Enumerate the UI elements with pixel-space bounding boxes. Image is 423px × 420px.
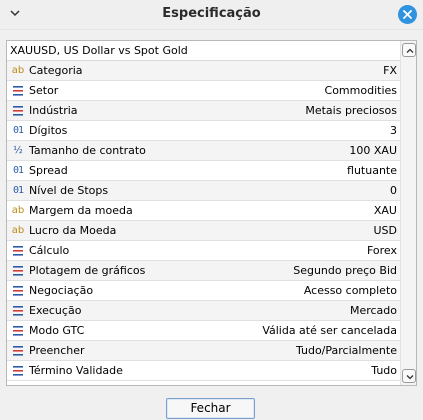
window-title: Especificação	[162, 6, 261, 21]
specification-rows: ab Categoria FX Setor Commodities Indústria Me…	[7, 61, 400, 385]
table-row[interactable]: ½ Tamanho de contrato 100 XAU	[7, 141, 400, 161]
table-row[interactable]: Setor Commodities	[7, 81, 400, 101]
close-icon	[403, 10, 412, 19]
row-value: FX	[383, 64, 397, 77]
list-icon	[11, 363, 25, 379]
table-row[interactable]: 01 Spread flutuante	[7, 161, 400, 181]
title-bar: Especificação	[0, 0, 423, 30]
chevron-down-icon	[406, 375, 414, 380]
specification-table: XAUUSD, US Dollar vs Spot Gold ab Categor…	[6, 40, 417, 386]
scroll-down-button[interactable]	[402, 369, 416, 383]
table-row[interactable]: 01 Dígitos 3	[7, 121, 400, 141]
symbol-header: XAUUSD, US Dollar vs Spot Gold	[7, 41, 400, 61]
row-value: Válida até ser cancelada	[262, 324, 397, 337]
list-icon	[11, 83, 25, 99]
list-icon	[11, 243, 25, 259]
list-icon	[11, 103, 25, 119]
row-value: Segundo preço Bid	[293, 264, 397, 277]
table-row[interactable]: ab Margem da moeda XAU	[7, 201, 400, 221]
list-icon	[11, 263, 25, 279]
scroll-up-button[interactable]	[402, 43, 416, 57]
table-row[interactable]: 01 Nível de Stops 0	[7, 181, 400, 201]
table-row[interactable]: Cálculo Forex	[7, 241, 400, 261]
row-value: 100 XAU	[349, 144, 397, 157]
table-row[interactable]: ab Lucro da Moeda USD	[7, 221, 400, 241]
table-row[interactable]: Modo GTC Válida até ser cancelada	[7, 321, 400, 341]
row-value: Acesso completo	[303, 284, 397, 297]
table-row[interactable]: Plotagem de gráficos Segundo preço Bid	[7, 261, 400, 281]
row-value: flutuante	[347, 164, 397, 177]
row-value: Metais preciosos	[305, 104, 397, 117]
list-icon	[11, 283, 25, 299]
number-icon: 01	[12, 125, 24, 136]
close-button[interactable]	[398, 5, 417, 24]
number-icon: 01	[12, 165, 24, 176]
table-row[interactable]: Preencher Tudo/Parcialmente	[7, 341, 400, 361]
list-icon	[11, 343, 25, 359]
row-value: Commodities	[324, 84, 397, 97]
table-row[interactable]: ab Categoria FX	[7, 61, 400, 81]
row-value: 0	[390, 184, 397, 197]
row-value: Forex	[366, 244, 397, 257]
table-row[interactable]: Negociação Acesso completo	[7, 281, 400, 301]
row-value: 3	[390, 124, 397, 137]
row-value: Tudo	[371, 364, 397, 377]
table-row[interactable]: Indústria Metais preciosos	[7, 101, 400, 121]
chevron-up-icon	[406, 48, 414, 53]
close-dialog-button[interactable]: Fechar	[166, 398, 255, 419]
vertical-scrollbar[interactable]	[400, 41, 416, 385]
row-value: XAU	[373, 204, 397, 217]
table-row[interactable]: Execução Mercado	[7, 301, 400, 321]
list-icon	[11, 323, 25, 339]
fraction-icon: ½	[13, 145, 23, 156]
text-icon: ab	[11, 65, 25, 76]
row-value: Mercado	[349, 304, 397, 317]
number-icon: 01	[12, 185, 24, 196]
row-value: Tudo/Parcialmente	[295, 344, 397, 357]
row-value: USD	[373, 224, 397, 237]
text-icon: ab	[11, 225, 25, 236]
table-row[interactable]: Término Validade Tudo	[7, 361, 400, 381]
list-icon	[11, 303, 25, 319]
text-icon: ab	[11, 205, 25, 216]
